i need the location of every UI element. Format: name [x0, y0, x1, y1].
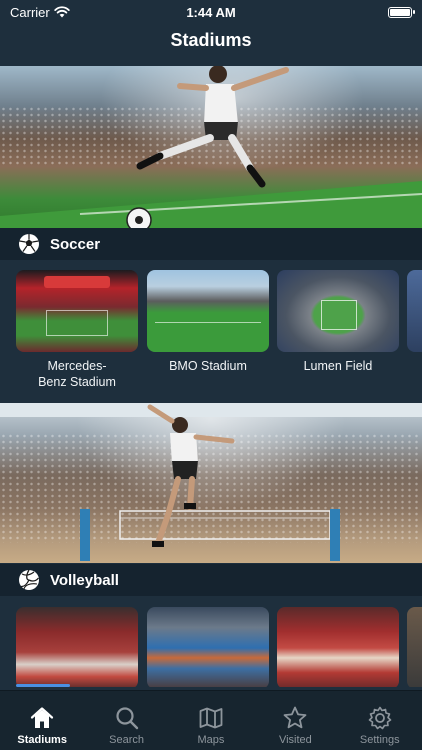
category-label: Soccer	[50, 235, 101, 253]
volleyball-player-illustration	[0, 403, 422, 561]
stadium-name: BMO Stadium	[169, 359, 247, 373]
home-icon	[31, 707, 54, 728]
search-icon	[115, 707, 138, 730]
page-title: Stadiums	[170, 30, 252, 50]
stadium-thumbnail	[16, 270, 138, 352]
wifi-icon	[54, 6, 70, 18]
soccer-hero-image[interactable]	[0, 66, 422, 228]
tab-label: Maps	[197, 734, 225, 746]
volleyball-card-row[interactable]	[0, 607, 422, 687]
category-header-soccer[interactable]: Soccer	[0, 228, 422, 260]
tab-label: Search	[109, 734, 144, 746]
stadium-thumbnail	[277, 607, 399, 687]
volleyball-hero-image[interactable]	[0, 403, 422, 563]
stadium-thumbnail	[147, 270, 269, 352]
star-icon	[283, 706, 307, 729]
status-bar: Carrier 1:44 AM	[0, 0, 422, 24]
stadium-name: Mercedes- Benz Stadium	[38, 359, 116, 389]
carrier-label: Carrier	[10, 4, 50, 20]
tab-label: Settings	[359, 734, 400, 746]
status-left: Carrier	[10, 5, 70, 20]
stadium-thumbnail	[407, 607, 422, 687]
tab-visited[interactable]: Visited	[255, 705, 335, 750]
category-label: Volleyball	[50, 571, 119, 589]
stadium-thumbnail	[277, 270, 399, 352]
stadium-card[interactable]	[277, 607, 399, 687]
stadium-card-partial[interactable]	[407, 607, 422, 687]
tab-settings[interactable]: Settings	[340, 705, 420, 750]
tab-search[interactable]: Search	[87, 705, 167, 750]
tab-maps[interactable]: Maps	[171, 705, 251, 750]
stadium-card[interactable]: BMO Stadium	[147, 270, 269, 374]
stadium-card[interactable]	[16, 607, 138, 687]
map-icon	[199, 707, 223, 729]
soccer-ball-icon	[19, 234, 39, 254]
stadium-card[interactable]	[147, 607, 269, 687]
horizontal-scroll-indicator	[16, 684, 70, 687]
battery-icon	[388, 6, 415, 18]
soccer-player-illustration	[0, 66, 422, 228]
category-header-volleyball[interactable]: Volleyball	[0, 564, 422, 596]
stadium-thumbnail	[147, 607, 269, 687]
tab-stadiums[interactable]: Stadiums	[2, 705, 82, 750]
stadium-name: Lumen Field	[303, 359, 373, 373]
volleyball-icon	[19, 569, 39, 590]
stadium-thumbnail	[407, 270, 422, 352]
soccer-card-row[interactable]: Mercedes- Benz Stadium BMO Stadium Lumen…	[0, 270, 422, 394]
stadium-card[interactable]: Mercedes- Benz Stadium	[16, 270, 138, 390]
stadium-card[interactable]: Lumen Field	[277, 270, 399, 374]
gear-icon	[368, 706, 392, 730]
stadium-thumbnail	[16, 607, 138, 687]
tab-label: Visited	[278, 734, 312, 746]
stadium-card-partial[interactable]	[407, 270, 422, 352]
tab-bar: Stadiums Search Maps Visited Settings	[0, 690, 422, 750]
tab-label: Stadiums	[17, 734, 67, 746]
